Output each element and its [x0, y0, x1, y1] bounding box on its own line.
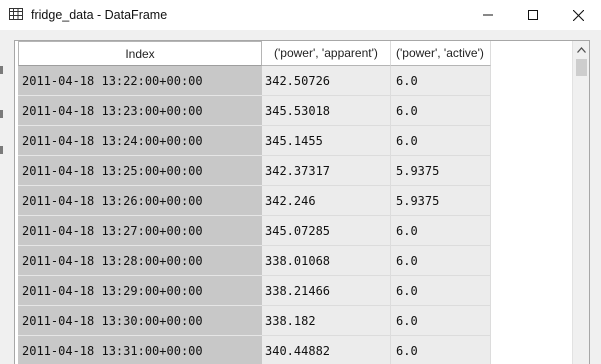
active-cell[interactable]: 6.0	[391, 246, 491, 276]
index-cell[interactable]: 2011-04-18 13:29:00+00:00	[18, 276, 262, 306]
apparent-cell[interactable]: 338.01068	[262, 246, 391, 276]
dataframe-editor-body: Index ('power', 'apparent') ('power', 'a…	[0, 30, 601, 364]
active-cell[interactable]: 5.9375	[391, 156, 491, 186]
table-row: 2011-04-18 13:27:00+00:00 345.07285 6.0	[15, 216, 571, 246]
active-cell[interactable]: 6.0	[391, 276, 491, 306]
table-row: 2011-04-18 13:30:00+00:00 338.182 6.0	[15, 306, 571, 336]
table-row: 2011-04-18 13:31:00+00:00 340.44882 6.0	[15, 336, 571, 364]
index-cell[interactable]: 2011-04-18 13:25:00+00:00	[18, 156, 262, 186]
header-power-active[interactable]: ('power', 'active')	[391, 41, 491, 66]
close-button[interactable]	[555, 0, 601, 30]
active-cell[interactable]: 6.0	[391, 96, 491, 126]
panel-edge-marker	[0, 146, 3, 154]
maximize-icon	[528, 10, 538, 20]
apparent-cell[interactable]: 345.1455	[262, 126, 391, 156]
active-cell[interactable]: 6.0	[391, 66, 491, 96]
index-cell[interactable]: 2011-04-18 13:26:00+00:00	[18, 186, 262, 216]
vertical-scrollbar[interactable]	[572, 41, 589, 364]
index-cell[interactable]: 2011-04-18 13:28:00+00:00	[18, 246, 262, 276]
table-row: 2011-04-18 13:28:00+00:00 338.01068 6.0	[15, 246, 571, 276]
chevron-up-icon	[577, 46, 586, 53]
dataframe-table: Index ('power', 'apparent') ('power', 'a…	[14, 40, 590, 364]
active-cell[interactable]: 6.0	[391, 216, 491, 246]
close-icon	[572, 9, 584, 21]
index-cell[interactable]: 2011-04-18 13:23:00+00:00	[18, 96, 262, 126]
apparent-cell[interactable]: 340.44882	[262, 336, 391, 364]
apparent-cell[interactable]: 345.07285	[262, 216, 391, 246]
maximize-button[interactable]	[510, 0, 556, 30]
table-header: Index ('power', 'apparent') ('power', 'a…	[15, 41, 571, 66]
active-cell[interactable]: 6.0	[391, 306, 491, 336]
scroll-up-button[interactable]	[573, 41, 589, 58]
panel-edge-marker	[0, 110, 3, 118]
header-index[interactable]: Index	[18, 41, 262, 66]
dataframe-window: fridge_data - DataFrame Index ('power', …	[0, 0, 601, 364]
table-body: 2011-04-18 13:22:00+00:00 342.50726 6.0 …	[15, 66, 571, 364]
active-cell[interactable]: 5.9375	[391, 186, 491, 216]
index-cell[interactable]: 2011-04-18 13:22:00+00:00	[18, 66, 262, 96]
table-row: 2011-04-18 13:26:00+00:00 342.246 5.9375	[15, 186, 571, 216]
minimize-button[interactable]	[465, 0, 511, 30]
index-cell[interactable]: 2011-04-18 13:30:00+00:00	[18, 306, 262, 336]
title-bar[interactable]: fridge_data - DataFrame	[0, 0, 601, 30]
active-cell[interactable]: 6.0	[391, 126, 491, 156]
index-cell[interactable]: 2011-04-18 13:24:00+00:00	[18, 126, 262, 156]
minimize-icon	[483, 14, 493, 16]
panel-edge-marker	[0, 66, 3, 74]
apparent-cell[interactable]: 342.246	[262, 186, 391, 216]
active-cell[interactable]: 6.0	[391, 336, 491, 364]
header-power-apparent[interactable]: ('power', 'apparent')	[262, 41, 391, 66]
table-row: 2011-04-18 13:23:00+00:00 345.53018 6.0	[15, 96, 571, 126]
apparent-cell[interactable]: 338.182	[262, 306, 391, 336]
scroll-thumb[interactable]	[576, 59, 587, 76]
window-title: fridge_data - DataFrame	[31, 8, 168, 22]
apparent-cell[interactable]: 342.37317	[262, 156, 391, 186]
table-viewport[interactable]: Index ('power', 'apparent') ('power', 'a…	[15, 41, 571, 364]
table-grid-icon	[9, 8, 23, 20]
table-row: 2011-04-18 13:22:00+00:00 342.50726 6.0	[15, 66, 571, 96]
apparent-cell[interactable]: 342.50726	[262, 66, 391, 96]
index-cell[interactable]: 2011-04-18 13:27:00+00:00	[18, 216, 262, 246]
table-row: 2011-04-18 13:25:00+00:00 342.37317 5.93…	[15, 156, 571, 186]
index-cell[interactable]: 2011-04-18 13:31:00+00:00	[18, 336, 262, 364]
table-row: 2011-04-18 13:29:00+00:00 338.21466 6.0	[15, 276, 571, 306]
apparent-cell[interactable]: 345.53018	[262, 96, 391, 126]
apparent-cell[interactable]: 338.21466	[262, 276, 391, 306]
table-row: 2011-04-18 13:24:00+00:00 345.1455 6.0	[15, 126, 571, 156]
